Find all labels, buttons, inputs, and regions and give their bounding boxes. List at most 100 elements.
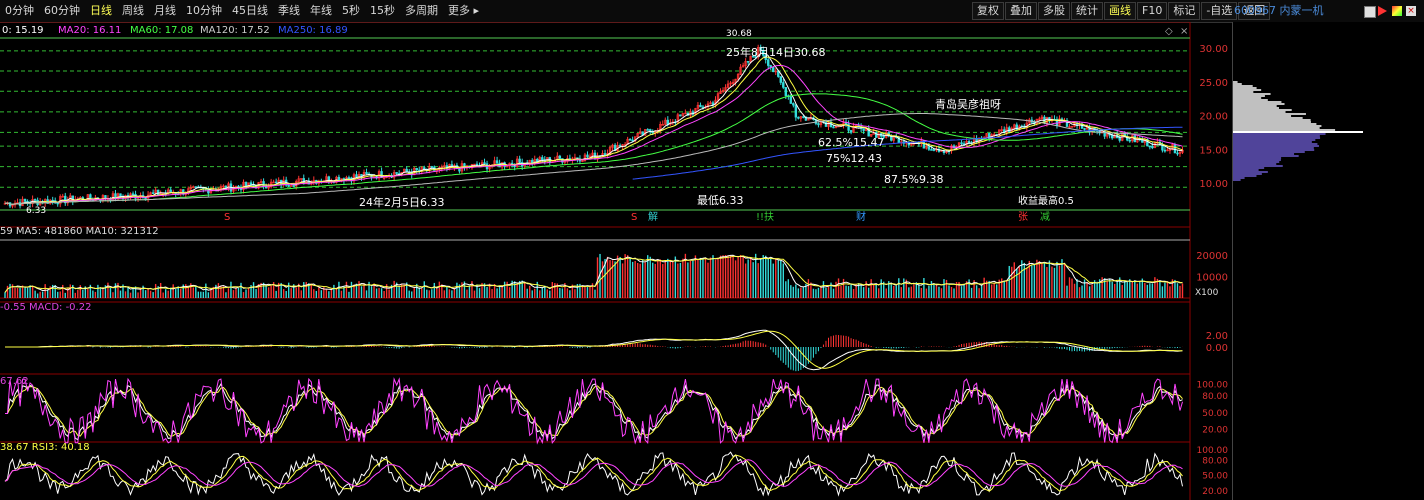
candle-body: [849, 130, 853, 133]
arrow-right-icon[interactable]: [1378, 6, 1388, 16]
candle-body: [1148, 145, 1152, 148]
candle-body: [262, 181, 265, 187]
volume-legend: 59 MA5: 481860 MA10: 321312: [0, 226, 159, 237]
tab-10[interactable]: 15秒: [365, 0, 400, 22]
stock-title: 600967 内蒙一机: [1234, 4, 1324, 17]
tool-button-4[interactable]: 画线: [1104, 2, 1136, 20]
tab-0[interactable]: 0分钟: [0, 0, 39, 22]
tool-button-5[interactable]: F10: [1137, 2, 1168, 20]
close-panel-icon: ×: [1180, 26, 1188, 37]
ma20-line: [4, 64, 1183, 205]
tool-button-3[interactable]: 统计: [1071, 2, 1103, 20]
tab-8[interactable]: 年线: [305, 0, 337, 22]
price-tick: 10.00: [1199, 179, 1228, 190]
ma-legend-1: MA20: 16.11: [58, 25, 121, 36]
candle-body: [1128, 139, 1131, 142]
candle-body: [797, 116, 800, 119]
lowest-label: 最低6.33: [697, 194, 744, 207]
note-label: 青岛吴彦祖呀: [935, 97, 1001, 111]
candle-body: [779, 76, 782, 83]
period-tabs: 0分钟 60分钟 日线 周线 月线 10分钟 45日线 季线 年线 5秒 15秒 多周期 更多 ▸: [0, 0, 484, 22]
tab-5[interactable]: 10分钟: [181, 0, 227, 22]
tab-3[interactable]: 周线: [117, 0, 149, 22]
kdj-tick: 20.00: [1202, 426, 1228, 436]
candle-body: [967, 141, 971, 143]
event-marker-0: S: [224, 212, 230, 223]
candle-body: [862, 128, 865, 131]
tool-button-0[interactable]: 复权: [972, 2, 1004, 20]
rsi-tick: 50.00: [1202, 472, 1228, 482]
tab-2[interactable]: 日线: [85, 0, 117, 22]
color-icon[interactable]: [1392, 6, 1402, 16]
tab-6[interactable]: 45日线: [227, 0, 273, 22]
rsi-tick: 20.00: [1202, 487, 1228, 497]
candle-body: [483, 162, 486, 165]
macd-dif-line: [5, 329, 1183, 371]
event-marker-4: 财: [856, 210, 866, 223]
tool-button-2[interactable]: 多股: [1038, 2, 1070, 20]
window-icon[interactable]: [1364, 6, 1376, 18]
rsi-tick: 100.00: [1197, 446, 1229, 456]
price-tick: 20.00: [1199, 112, 1228, 123]
ma-legend-3: MA120: 17.52: [200, 25, 270, 36]
candle-body: [347, 177, 351, 179]
candle-body: [194, 186, 198, 188]
candle-body: [618, 145, 622, 147]
macd-legend: -0.55 MACD: -0.22: [0, 302, 91, 313]
candle-body: [495, 160, 499, 164]
event-marker-1: S: [631, 212, 637, 223]
kdj-legend: 67.62: [0, 376, 29, 387]
candle-body: [274, 181, 278, 184]
candle-body: [1173, 144, 1177, 154]
candle-body: [817, 123, 820, 126]
candle-body: [960, 142, 963, 144]
candle-body: [287, 184, 290, 187]
vol-tick: 10000: [1196, 272, 1228, 283]
candle-body: [628, 138, 632, 141]
candle-body: [746, 61, 750, 63]
tool-button-6[interactable]: 标记: [1168, 2, 1201, 20]
tool-button-1[interactable]: 叠加: [1005, 2, 1037, 20]
close-icon[interactable]: ×: [1406, 6, 1416, 16]
tab-9[interactable]: 5秒: [337, 0, 365, 22]
rsi-legend: 38.67 RSI3: 40.18: [0, 442, 90, 453]
candle-body: [679, 114, 682, 117]
candle-body: [646, 129, 649, 131]
candle-body: [802, 116, 805, 118]
fib-75-label: 75%12.43: [826, 152, 882, 165]
kdj-tick: 50.00: [1202, 409, 1228, 419]
tool-button-7[interactable]: -自选: [1201, 2, 1238, 20]
kline-chart-area[interactable]: 0: 15.19 MA20: 16.11 MA60: 17.08 MA120: 17.…: [0, 22, 1232, 500]
candle-body: [156, 189, 160, 196]
candle-body: [56, 202, 59, 205]
tab-12[interactable]: 更多 ▸: [443, 0, 484, 22]
ma-legend-0: 0: 15.19: [2, 25, 44, 36]
candle-body: [131, 193, 135, 196]
candle-body: [932, 149, 936, 151]
candle-body: [1151, 145, 1154, 149]
macd-tick: 2.00: [1206, 331, 1228, 342]
candle-body: [541, 157, 544, 161]
event-marker-3: !!扶: [756, 210, 774, 223]
candle-body: [365, 172, 368, 175]
candle-body: [927, 146, 931, 150]
top-toolbar: 0分钟 60分钟 日线 周线 月线 10分钟 45日线 季线 年线 5秒 15秒 多周期 更多 ▸ 复权…: [0, 0, 1424, 23]
candle-body: [792, 103, 795, 106]
fib-625-label: 62.5%15.47: [818, 136, 884, 149]
event-marker-6: 减: [1040, 211, 1050, 223]
tab-4[interactable]: 月线: [149, 0, 181, 22]
high-price-label: 30.68: [726, 29, 752, 39]
macd-dea-line: [5, 330, 1183, 369]
candle-body: [1118, 137, 1121, 141]
tab-1[interactable]: 60分钟: [39, 0, 85, 22]
fib-875-label: 87.5%9.38: [884, 173, 943, 186]
tab-7[interactable]: 季线: [273, 0, 305, 22]
candle-body: [772, 67, 775, 73]
event-marker-2: 解: [648, 210, 658, 223]
candle-body: [518, 158, 521, 163]
kdj-tick: 100.00: [1197, 381, 1229, 391]
candle-body: [930, 149, 933, 151]
tab-11[interactable]: 多周期: [400, 0, 443, 22]
candle-body: [782, 82, 785, 88]
price-tick: 30.00: [1199, 44, 1228, 55]
